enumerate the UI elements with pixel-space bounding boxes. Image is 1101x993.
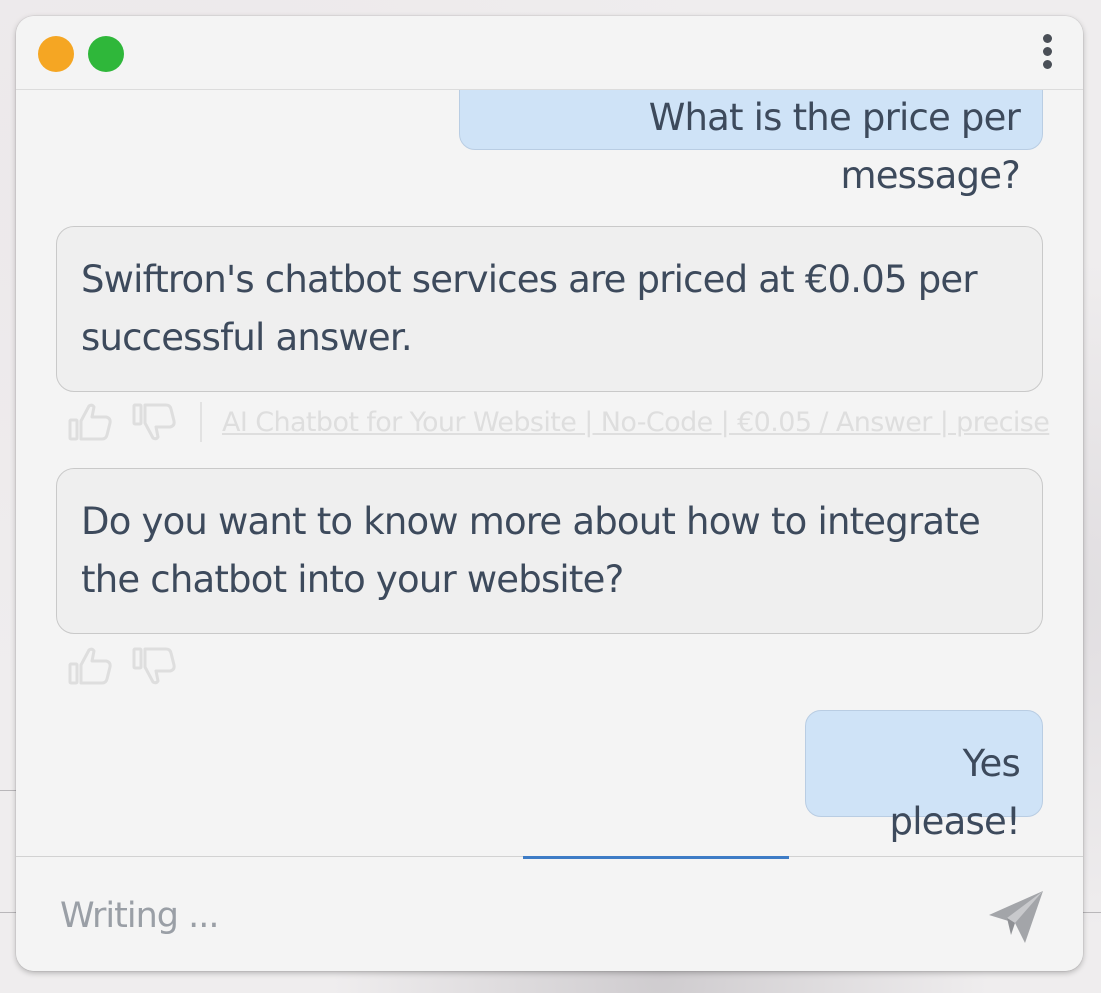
message-list[interactable]: What is the price per message? Swiftron'… xyxy=(16,90,1083,856)
kebab-menu-icon[interactable] xyxy=(1041,34,1053,74)
window-dot-orange[interactable] xyxy=(38,36,74,72)
source-link[interactable]: AI Chatbot for Your Website | No-Code | … xyxy=(222,407,1050,438)
background-line xyxy=(1081,912,1101,913)
chat-window: What is the price per message? Swiftron'… xyxy=(16,16,1083,971)
message-composer xyxy=(16,856,1083,971)
chat-header xyxy=(16,16,1083,90)
message-feedback xyxy=(68,644,196,688)
user-message: Yes please! xyxy=(805,710,1043,843)
thumbs-down-icon[interactable] xyxy=(132,646,178,686)
window-dot-green[interactable] xyxy=(88,36,124,72)
thumbs-down-icon[interactable] xyxy=(132,402,178,442)
bot-message: Swiftron's chatbot services are priced a… xyxy=(56,226,1043,392)
paper-plane-icon[interactable] xyxy=(985,885,1047,947)
bot-message: Do you want to know more about how to in… xyxy=(56,468,1043,634)
message-input[interactable] xyxy=(60,891,920,941)
feedback-divider xyxy=(200,402,202,442)
message-feedback: AI Chatbot for Your Website | No-Code | … xyxy=(68,400,1050,444)
user-message: What is the price per message? xyxy=(459,90,1043,197)
input-focus-indicator xyxy=(523,856,789,859)
thumbs-up-icon[interactable] xyxy=(68,646,114,686)
thumbs-up-icon[interactable] xyxy=(68,402,114,442)
